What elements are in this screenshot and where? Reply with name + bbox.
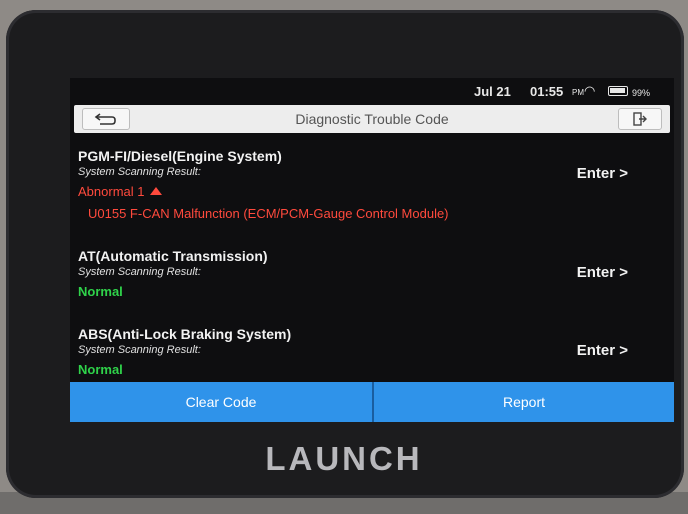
system-list: PGM-FI/Diesel(Engine System) System Scan… bbox=[70, 140, 674, 382]
enter-button-transmission[interactable]: Enter > bbox=[577, 264, 628, 281]
page-title: Diagnostic Trouble Code bbox=[295, 111, 449, 127]
action-bar: Clear Code Report bbox=[70, 382, 674, 422]
device-screen: Jul 21 01:55 PM ◠ 99% Diagnostic Trouble… bbox=[70, 78, 674, 422]
system-item-transmission[interactable]: AT(Automatic Transmission) System Scanni… bbox=[78, 248, 668, 299]
status-date: Jul 21 bbox=[474, 84, 511, 99]
status-abnormal: Abnormal 1 bbox=[78, 184, 668, 199]
status-text: Abnormal 1 bbox=[78, 184, 145, 199]
status-normal: Normal bbox=[78, 284, 123, 299]
system-name: AT(Automatic Transmission) bbox=[78, 248, 268, 264]
title-bar: Diagnostic Trouble Code bbox=[74, 105, 670, 133]
status-bar: Jul 21 01:55 PM ◠ 99% bbox=[70, 78, 674, 104]
exit-door-icon bbox=[633, 112, 647, 126]
dtc-entry: U0155 F-CAN Malfunction (ECM/PCM-Gauge C… bbox=[88, 206, 449, 221]
wifi-icon: ◠ bbox=[584, 83, 596, 98]
status-time: 01:55 bbox=[530, 84, 564, 99]
enter-button-engine[interactable]: Enter > bbox=[577, 165, 628, 182]
system-item-engine[interactable]: PGM-FI/Diesel(Engine System) System Scan… bbox=[78, 148, 668, 221]
exit-button[interactable] bbox=[618, 108, 662, 130]
clear-code-button[interactable]: Clear Code bbox=[70, 382, 372, 422]
battery-icon bbox=[608, 86, 628, 96]
status-normal: Normal bbox=[78, 362, 123, 377]
system-name: PGM-FI/Diesel(Engine System) bbox=[78, 148, 282, 164]
brand-logo: LAUNCH bbox=[265, 440, 423, 477]
battery-percent: 99% bbox=[632, 88, 651, 98]
expand-up-triangle-icon[interactable] bbox=[150, 187, 163, 195]
report-button[interactable]: Report bbox=[374, 382, 674, 422]
enter-button-abs[interactable]: Enter > bbox=[577, 342, 628, 359]
system-item-abs[interactable]: ABS(Anti-Lock Braking System) System Sca… bbox=[78, 326, 668, 377]
status-ampm: PM bbox=[572, 88, 584, 97]
system-name: ABS(Anti-Lock Braking System) bbox=[78, 326, 292, 342]
